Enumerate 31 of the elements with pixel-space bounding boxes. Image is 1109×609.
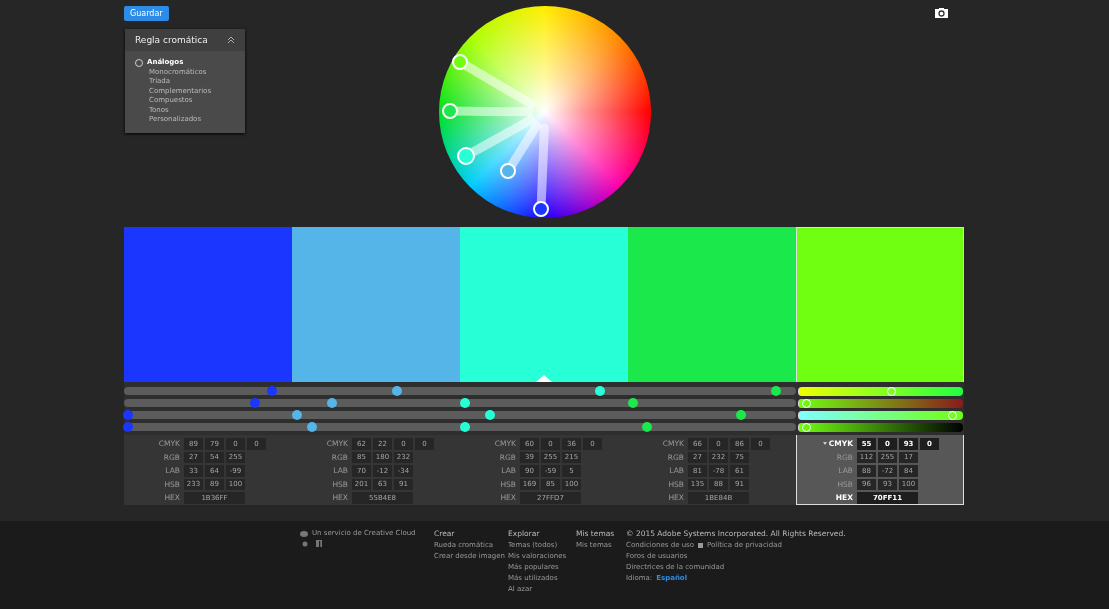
slider-handle[interactable]: [123, 410, 134, 420]
slider-handle[interactable]: [123, 422, 134, 432]
color-swatch[interactable]: [628, 227, 796, 382]
color-handle[interactable]: [442, 103, 534, 119]
slider-handle[interactable]: [735, 410, 746, 420]
color-handle[interactable]: [500, 121, 541, 179]
slider-handle[interactable]: [266, 386, 277, 396]
slider-handle[interactable]: [459, 398, 470, 408]
slider-handle[interactable]: [594, 386, 605, 396]
slider-handle[interactable]: [307, 422, 318, 432]
color-handle[interactable]: [457, 115, 536, 165]
slider-handle[interactable]: [327, 398, 338, 408]
color-handle[interactable]: [452, 54, 536, 109]
slider-handle[interactable]: [485, 410, 496, 420]
color-swatch[interactable]: [292, 227, 460, 382]
slider-handle[interactable]: [291, 410, 302, 420]
save-button[interactable]: Guardar: [124, 6, 169, 21]
color-swatch[interactable]: [796, 227, 964, 382]
caret-icon: [822, 442, 827, 446]
slider-handle[interactable]: [627, 398, 638, 408]
slider-handle[interactable]: [770, 386, 781, 396]
panel-title: Regla cromática: [135, 35, 208, 45]
slider-handle[interactable]: [250, 398, 261, 408]
color-handle[interactable]: [533, 123, 549, 217]
color-swatch[interactable]: [124, 227, 292, 382]
slider-handle[interactable]: [391, 386, 402, 396]
color-swatch[interactable]: [460, 227, 628, 382]
camera-icon[interactable]: [935, 8, 948, 18]
slider-handle[interactable]: [459, 422, 470, 432]
collapse-icon[interactable]: [227, 36, 235, 44]
slider-handle[interactable]: [641, 422, 652, 432]
